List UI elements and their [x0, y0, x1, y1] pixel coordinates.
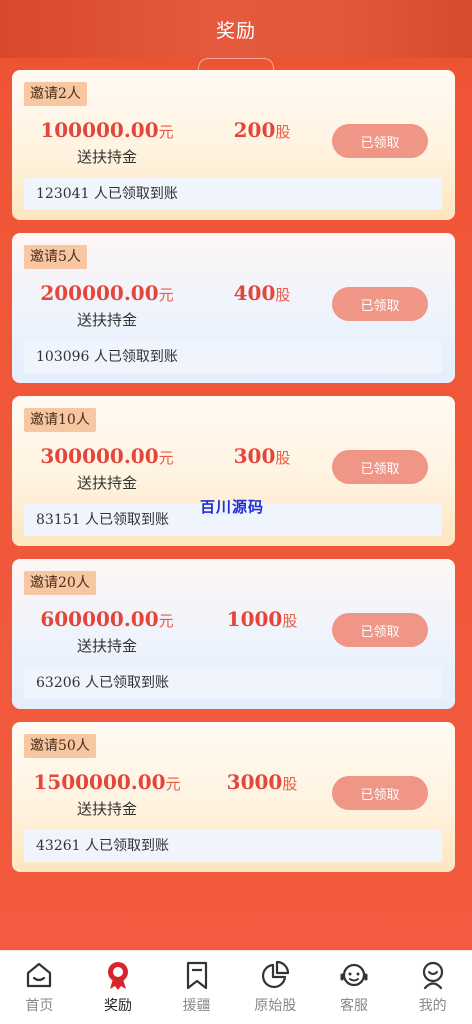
shares-value: 3000	[226, 770, 283, 794]
headset-icon	[340, 963, 368, 987]
tab-label: 援疆	[182, 998, 211, 1014]
tab-award[interactable]: 奖励	[79, 951, 158, 1024]
page-background: 奖励 邀请2人 100000.00元 送扶持金 200股 已领取 123041 …	[0, 0, 472, 950]
amount-label: 送扶持金	[76, 637, 137, 655]
amount-label: 送扶持金	[76, 800, 137, 818]
amount-unit: 元	[165, 775, 181, 793]
user-icon	[422, 961, 443, 990]
reward-card: 邀请5人 200000.00元 送扶持金 400股 已领取 103096 人已领…	[12, 233, 455, 383]
bookmark-icon	[186, 961, 207, 990]
tab-label: 我的	[418, 998, 447, 1014]
claimed-button[interactable]: 已领取	[332, 124, 428, 158]
reward-amount: 600000.00元	[12, 607, 202, 631]
claimed-button[interactable]: 已领取	[332, 287, 428, 321]
shares-value: 300	[233, 444, 276, 468]
home-icon	[27, 962, 52, 988]
reward-card: 邀请20人 600000.00元 送扶持金 1000股 已领取 63206 人已…	[12, 559, 455, 709]
shares-value: 200	[233, 118, 276, 142]
invite-badge: 邀请50人	[24, 734, 96, 758]
bottom-tab-bar: 首页 奖励 援疆 原始股 客服 我的	[0, 950, 472, 1024]
amount-label: 送扶持金	[76, 311, 137, 329]
tab-original-shares[interactable]: 原始股	[236, 951, 315, 1024]
amount-value: 600000.00	[40, 607, 159, 631]
shares-value: 400	[233, 281, 276, 305]
amount-value: 1500000.00	[33, 770, 166, 794]
shares-unit: 股	[275, 123, 291, 141]
reward-card: 邀请50人 1500000.00元 送扶持金 3000股 已领取 43261 人…	[12, 722, 455, 872]
reward-amount: 1500000.00元	[12, 770, 202, 794]
amount-unit: 元	[158, 286, 174, 304]
amount-value: 200000.00	[40, 281, 159, 305]
page-title: 奖励	[215, 19, 256, 42]
shares-unit: 股	[275, 286, 291, 304]
reward-shares: 1000股	[202, 607, 322, 631]
invite-badge: 邀请10人	[24, 408, 96, 432]
reward-amount: 300000.00元	[12, 444, 202, 468]
reward-card: 邀请10人 300000.00元 送扶持金 300股 已领取 83151 人已领…	[12, 396, 455, 546]
tab-label: 客服	[340, 998, 369, 1014]
reward-amount: 200000.00元	[12, 281, 202, 305]
reward-shares: 300股	[202, 444, 322, 468]
tab-label: 原始股	[254, 998, 297, 1014]
claimed-button[interactable]: 已领取	[332, 450, 428, 484]
header-bar: 奖励	[0, 0, 472, 70]
tab-customer-service[interactable]: 客服	[315, 951, 394, 1024]
reward-amount: 100000.00元	[12, 118, 202, 142]
invite-badge: 邀请20人	[24, 571, 96, 595]
invite-badge: 邀请2人	[24, 82, 87, 106]
amount-unit: 元	[158, 123, 174, 141]
amount-value: 300000.00	[40, 444, 159, 468]
reward-shares: 200股	[202, 118, 322, 142]
amount-unit: 元	[158, 449, 174, 467]
watermark-text: 百川源码	[200, 498, 265, 516]
claim-count: 43261 人已领取到账	[24, 830, 442, 862]
amount-label: 送扶持金	[76, 148, 137, 166]
claim-count: 123041 人已领取到账	[24, 178, 442, 210]
reward-card: 邀请2人 100000.00元 送扶持金 200股 已领取 123041 人已领…	[12, 70, 455, 220]
reward-shares: 400股	[202, 281, 322, 305]
tab-label: 奖励	[104, 998, 132, 1014]
award-icon	[108, 962, 128, 990]
claim-count: 63206 人已领取到账	[24, 667, 442, 699]
shares-unit: 股	[282, 612, 298, 630]
shares-unit: 股	[282, 775, 298, 793]
reward-shares: 3000股	[202, 770, 322, 794]
reward-list: 邀请2人 100000.00元 送扶持金 200股 已领取 123041 人已领…	[12, 70, 455, 885]
claimed-button[interactable]: 已领取	[332, 613, 428, 647]
header-notch-decoration	[198, 58, 274, 70]
shares-unit: 股	[275, 449, 291, 467]
tab-label: 首页	[25, 998, 54, 1014]
amount-label: 送扶持金	[76, 474, 137, 492]
claim-count: 103096 人已领取到账	[24, 341, 442, 373]
shares-value: 1000	[226, 607, 283, 631]
amount-unit: 元	[158, 612, 174, 630]
tab-home[interactable]: 首页	[0, 951, 79, 1024]
tab-aid[interactable]: 援疆	[157, 951, 236, 1024]
tab-mine[interactable]: 我的	[393, 951, 472, 1024]
invite-badge: 邀请5人	[24, 245, 87, 269]
amount-value: 100000.00	[40, 118, 159, 142]
pie-chart-icon	[262, 960, 290, 989]
claimed-button[interactable]: 已领取	[332, 776, 428, 810]
